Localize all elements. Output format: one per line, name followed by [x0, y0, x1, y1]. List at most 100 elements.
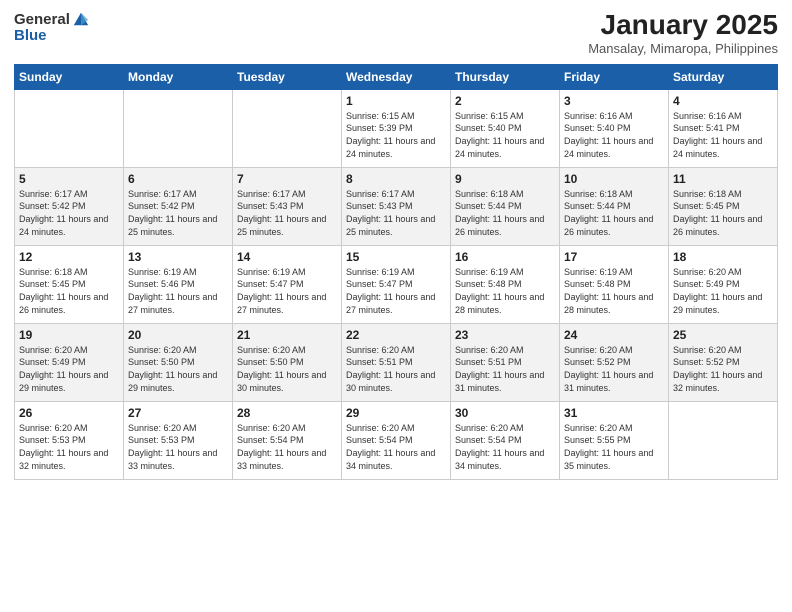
day-info: Sunrise: 6:20 AMSunset: 5:54 PMDaylight:… — [455, 422, 555, 472]
day-info: Sunrise: 6:19 AMSunset: 5:48 PMDaylight:… — [564, 266, 664, 316]
calendar-cell: 24 Sunrise: 6:20 AMSunset: 5:52 PMDayligh… — [560, 323, 669, 401]
day-info: Sunrise: 6:15 AMSunset: 5:39 PMDaylight:… — [346, 110, 446, 160]
day-number: 23 — [455, 328, 555, 342]
calendar-cell: 14Sunrise: 6:19 AMSunset: 5:47 PMDayligh… — [233, 245, 342, 323]
week-row-0: 1 Sunrise: 6:15 AMSunset: 5:39 PMDaylight… — [15, 89, 778, 167]
calendar-cell: 23 Sunrise: 6:20 AMSunset: 5:51 PMDayligh… — [451, 323, 560, 401]
day-info: Sunrise: 6:15 AMSunset: 5:40 PMDaylight:… — [455, 110, 555, 160]
day-number: 17 — [564, 250, 664, 264]
day-number: 12 — [19, 250, 119, 264]
calendar-cell: 7 Sunrise: 6:17 AMSunset: 5:43 PMDaylight… — [233, 167, 342, 245]
day-number: 25 — [673, 328, 773, 342]
day-number: 14 — [237, 250, 337, 264]
calendar-cell: 20 Sunrise: 6:20 AMSunset: 5:50 PMDayligh… — [124, 323, 233, 401]
day-number: 9 — [455, 172, 555, 186]
day-number: 11 — [673, 172, 773, 186]
day-number: 27 — [128, 406, 228, 420]
week-row-2: 12 Sunrise: 6:18 AMSunset: 5:45 PMDayligh… — [15, 245, 778, 323]
calendar-cell: 9 Sunrise: 6:18 AMSunset: 5:44 PMDaylight… — [451, 167, 560, 245]
day-number: 28 — [237, 406, 337, 420]
day-number: 26 — [19, 406, 119, 420]
calendar-cell: 5 Sunrise: 6:17 AMSunset: 5:42 PMDaylight… — [15, 167, 124, 245]
week-row-4: 26 Sunrise: 6:20 AMSunset: 5:53 PMDayligh… — [15, 401, 778, 479]
day-info: Sunrise: 6:18 AMSunset: 5:45 PMDaylight:… — [673, 188, 773, 238]
calendar-cell: 4 Sunrise: 6:16 AMSunset: 5:41 PMDaylight… — [669, 89, 778, 167]
day-number: 4 — [673, 94, 773, 108]
day-number: 16 — [455, 250, 555, 264]
day-info: Sunrise: 6:18 AMSunset: 5:45 PMDaylight:… — [19, 266, 119, 316]
day-number: 19 — [19, 328, 119, 342]
header: General Blue January 2025 Mansalay, Mima… — [14, 10, 778, 56]
main-title: January 2025 — [588, 10, 778, 41]
day-number: 24 — [564, 328, 664, 342]
calendar-cell: 10Sunrise: 6:18 AMSunset: 5:44 PMDayligh… — [560, 167, 669, 245]
calendar-cell: 28 Sunrise: 6:20 AMSunset: 5:54 PMDayligh… — [233, 401, 342, 479]
day-number: 15 — [346, 250, 446, 264]
logo-icon — [72, 10, 90, 28]
logo-general: General — [14, 12, 70, 27]
day-info: Sunrise: 6:20 AMSunset: 5:54 PMDaylight:… — [237, 422, 337, 472]
header-row: Sunday Monday Tuesday Wednesday Thursday… — [15, 64, 778, 89]
calendar-cell: 15 Sunrise: 6:19 AMSunset: 5:47 PMDayligh… — [342, 245, 451, 323]
day-number: 20 — [128, 328, 228, 342]
day-info: Sunrise: 6:16 AMSunset: 5:41 PMDaylight:… — [673, 110, 773, 160]
calendar-cell: 31 Sunrise: 6:20 AMSunset: 5:55 PMDayligh… — [560, 401, 669, 479]
calendar-cell: 29Sunrise: 6:20 AMSunset: 5:54 PMDayligh… — [342, 401, 451, 479]
day-info: Sunrise: 6:17 AMSunset: 5:43 PMDaylight:… — [237, 188, 337, 238]
calendar-cell — [233, 89, 342, 167]
calendar-cell: 3 Sunrise: 6:16 AMSunset: 5:40 PMDaylight… — [560, 89, 669, 167]
day-info: Sunrise: 6:16 AMSunset: 5:40 PMDaylight:… — [564, 110, 664, 160]
day-number: 29 — [346, 406, 446, 420]
day-number: 1 — [346, 94, 446, 108]
day-info: Sunrise: 6:20 AMSunset: 5:51 PMDaylight:… — [455, 344, 555, 394]
calendar-cell — [669, 401, 778, 479]
day-info: Sunrise: 6:18 AMSunset: 5:44 PMDaylight:… — [455, 188, 555, 238]
col-tuesday: Tuesday — [233, 64, 342, 89]
day-number: 22 — [346, 328, 446, 342]
day-info: Sunrise: 6:17 AMSunset: 5:43 PMDaylight:… — [346, 188, 446, 238]
day-number: 13 — [128, 250, 228, 264]
week-row-1: 5 Sunrise: 6:17 AMSunset: 5:42 PMDaylight… — [15, 167, 778, 245]
page: General Blue January 2025 Mansalay, Mima… — [0, 0, 792, 612]
day-info: Sunrise: 6:20 AMSunset: 5:50 PMDaylight:… — [237, 344, 337, 394]
day-number: 7 — [237, 172, 337, 186]
day-number: 30 — [455, 406, 555, 420]
week-row-3: 19 Sunrise: 6:20 AMSunset: 5:49 PMDayligh… — [15, 323, 778, 401]
col-thursday: Thursday — [451, 64, 560, 89]
day-number: 5 — [19, 172, 119, 186]
subtitle: Mansalay, Mimaropa, Philippines — [588, 41, 778, 56]
calendar-cell: 27Sunrise: 6:20 AMSunset: 5:53 PMDayligh… — [124, 401, 233, 479]
calendar-cell: 2Sunrise: 6:15 AMSunset: 5:40 PMDaylight… — [451, 89, 560, 167]
day-info: Sunrise: 6:20 AMSunset: 5:49 PMDaylight:… — [19, 344, 119, 394]
col-sunday: Sunday — [15, 64, 124, 89]
calendar-cell — [124, 89, 233, 167]
day-info: Sunrise: 6:20 AMSunset: 5:52 PMDaylight:… — [673, 344, 773, 394]
day-number: 10 — [564, 172, 664, 186]
day-info: Sunrise: 6:20 AMSunset: 5:53 PMDaylight:… — [19, 422, 119, 472]
calendar-cell: 12 Sunrise: 6:18 AMSunset: 5:45 PMDayligh… — [15, 245, 124, 323]
calendar-cell: 13Sunrise: 6:19 AMSunset: 5:46 PMDayligh… — [124, 245, 233, 323]
day-info: Sunrise: 6:20 AMSunset: 5:55 PMDaylight:… — [564, 422, 664, 472]
calendar-cell: 30 Sunrise: 6:20 AMSunset: 5:54 PMDayligh… — [451, 401, 560, 479]
calendar-cell — [15, 89, 124, 167]
day-number: 6 — [128, 172, 228, 186]
calendar-cell: 6Sunrise: 6:17 AMSunset: 5:42 PMDaylight… — [124, 167, 233, 245]
calendar-cell: 22Sunrise: 6:20 AMSunset: 5:51 PMDayligh… — [342, 323, 451, 401]
day-info: Sunrise: 6:20 AMSunset: 5:50 PMDaylight:… — [128, 344, 228, 394]
day-info: Sunrise: 6:17 AMSunset: 5:42 PMDaylight:… — [19, 188, 119, 238]
col-friday: Friday — [560, 64, 669, 89]
col-saturday: Saturday — [669, 64, 778, 89]
calendar-cell: 17 Sunrise: 6:19 AMSunset: 5:48 PMDayligh… — [560, 245, 669, 323]
calendar-cell: 25 Sunrise: 6:20 AMSunset: 5:52 PMDayligh… — [669, 323, 778, 401]
col-monday: Monday — [124, 64, 233, 89]
calendar-cell: 8Sunrise: 6:17 AMSunset: 5:43 PMDaylight… — [342, 167, 451, 245]
day-number: 18 — [673, 250, 773, 264]
day-info: Sunrise: 6:19 AMSunset: 5:47 PMDaylight:… — [346, 266, 446, 316]
logo-blue: Blue — [14, 28, 90, 43]
day-info: Sunrise: 6:20 AMSunset: 5:52 PMDaylight:… — [564, 344, 664, 394]
calendar-cell: 11 Sunrise: 6:18 AMSunset: 5:45 PMDayligh… — [669, 167, 778, 245]
day-number: 31 — [564, 406, 664, 420]
calendar-cell: 18Sunrise: 6:20 AMSunset: 5:49 PMDayligh… — [669, 245, 778, 323]
day-number: 3 — [564, 94, 664, 108]
day-info: Sunrise: 6:19 AMSunset: 5:48 PMDaylight:… — [455, 266, 555, 316]
